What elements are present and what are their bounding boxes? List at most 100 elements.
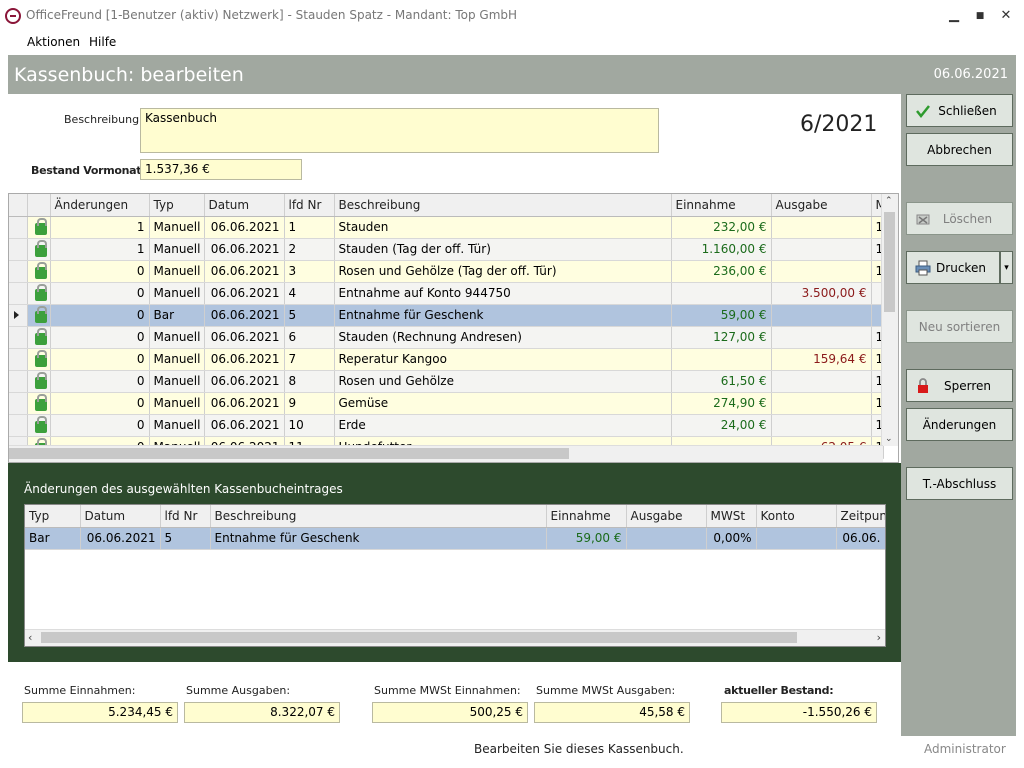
unlocked-icon: [34, 371, 47, 389]
cell-beschreibung: Entnahme für Geschenk: [334, 304, 672, 327]
cell-datum: 06.06.2021: [204, 370, 285, 393]
neu-sortieren-button[interactable]: Neu sortieren: [906, 310, 1013, 343]
unlocked-icon: [34, 239, 47, 257]
scroll-down-icon[interactable]: ⌄: [885, 434, 893, 444]
abbrechen-button[interactable]: Abbrechen: [906, 133, 1013, 166]
summe-ausgaben-field: 8.322,07 €: [184, 702, 340, 723]
cell-typ: Manuell: [149, 370, 205, 393]
row-selector[interactable]: [9, 370, 28, 393]
column-header-typ[interactable]: Typ: [149, 194, 205, 217]
unlocked-icon: [34, 283, 47, 301]
horizontal-scroll-thumb[interactable]: [9, 448, 569, 459]
row-selector[interactable]: [9, 238, 28, 261]
changes-scroll-thumb[interactable]: [41, 632, 797, 643]
changes-cell-beschreibung: Entnahme für Geschenk: [210, 527, 547, 550]
cell-einnahme: 1.160,00 €: [671, 238, 772, 261]
changes-row[interactable]: Bar 06.06.2021 5 Entnahme für Geschenk 5…: [25, 527, 885, 550]
changes-header-einnahme[interactable]: Einnahme: [546, 505, 627, 528]
close-button[interactable]: ✕: [996, 6, 1016, 26]
aenderungen-button[interactable]: Änderungen: [906, 408, 1013, 441]
cell-datum: 06.06.2021: [204, 326, 285, 349]
cell-einnahme: 274,90 €: [671, 392, 772, 415]
changes-cell-datum: 06.06.2021: [80, 527, 161, 550]
column-header-beschreibung[interactable]: Beschreibung: [334, 194, 672, 217]
cell-einnahme: 59,00 €: [671, 304, 772, 327]
sperren-button[interactable]: Sperren: [906, 369, 1013, 402]
bestand-vormonat-field[interactable]: 1.537,36 €: [140, 159, 302, 180]
drucken-dropdown-button[interactable]: ▾: [1000, 251, 1013, 284]
minimize-button[interactable]: ▁: [944, 6, 964, 26]
scroll-up-icon[interactable]: ⌃: [885, 196, 893, 206]
cell-lfd-nr: 9: [284, 392, 335, 415]
vertical-scroll-thumb[interactable]: [884, 212, 895, 312]
changes-header-typ[interactable]: Typ: [25, 505, 81, 528]
lock-cell: [27, 414, 51, 437]
changes-header-ausgabe[interactable]: Ausgabe: [626, 505, 707, 528]
checkmark-icon: [916, 105, 930, 119]
current-user: Administrator: [924, 742, 1006, 756]
table-row[interactable]: 0 Manuell 06.06.2021 3 Rosen und Gehölze (Ta…: [9, 260, 884, 283]
table-row[interactable]: 1 Manuell 06.06.2021 1 Stauden 232,00 €1: [9, 216, 884, 239]
table-row[interactable]: 0 Manuell 06.06.2021 7 Reperatur Kangoo 159,6…: [9, 348, 884, 371]
summe-mwst-einnahmen-label: Summe MWSt Einnahmen:: [374, 684, 521, 697]
table-row[interactable]: 0 Manuell 06.06.2021 10 Erde 24,00 €1: [9, 414, 884, 437]
unlocked-icon: [34, 217, 47, 235]
column-header-datum[interactable]: Datum: [204, 194, 285, 217]
maximize-button[interactable]: ■: [970, 6, 990, 26]
cell-aenderungen: 0: [50, 304, 150, 327]
scroll-left-icon[interactable]: ‹: [28, 631, 32, 644]
row-selector[interactable]: [9, 348, 28, 371]
summe-einnahmen-label: Summe Einnahmen:: [24, 684, 136, 697]
cell-einnahme: 24,00 €: [671, 414, 772, 437]
menu-hilfe[interactable]: Hilfe: [89, 35, 116, 49]
table-row[interactable]: 1 Manuell 06.06.2021 2 Stauden (Tag der off.…: [9, 238, 884, 261]
menu-aktionen[interactable]: Aktionen: [27, 35, 80, 49]
cell-einnahme: [671, 282, 772, 305]
lock-cell: [27, 238, 51, 261]
cell-lfd-nr: 1: [284, 216, 335, 239]
grid-horizontal-scrollbar[interactable]: [9, 445, 883, 462]
column-header-aenderungen[interactable]: Änderungen: [50, 194, 150, 217]
row-selector[interactable]: [9, 282, 28, 305]
schliessen-button[interactable]: Schließen: [906, 94, 1013, 127]
cell-lfd-nr: 6: [284, 326, 335, 349]
cell-ausgabe: [771, 326, 872, 349]
table-row[interactable]: 0 Manuell 06.06.2021 4 Entnahme auf Konto 94…: [9, 282, 884, 305]
table-row[interactable]: 0 Manuell 06.06.2021 6 Stauden (Rechnung And…: [9, 326, 884, 349]
row-selector[interactable]: [9, 216, 28, 239]
changes-header-beschreibung[interactable]: Beschreibung: [210, 505, 547, 528]
row-selector[interactable]: [9, 260, 28, 283]
row-selector[interactable]: [9, 326, 28, 349]
column-header-einnahme[interactable]: Einnahme: [671, 194, 772, 217]
loeschen-button[interactable]: Löschen: [906, 202, 1013, 235]
cell-aenderungen: 0: [50, 282, 150, 305]
grid-vertical-scrollbar[interactable]: ⌃ ⌄: [881, 194, 898, 446]
changes-header-mwst[interactable]: MWSt: [706, 505, 757, 528]
t-abschluss-button[interactable]: T.-Abschluss: [906, 467, 1013, 500]
scroll-right-icon[interactable]: ›: [877, 631, 881, 644]
summe-mwst-einnahmen-field: 500,25 €: [372, 702, 528, 723]
cell-aenderungen: 1: [50, 216, 150, 239]
cell-aenderungen: 0: [50, 414, 150, 437]
cell-datum: 06.06.2021: [204, 348, 285, 371]
table-row[interactable]: 0 Bar 06.06.2021 5 Entnahme für Geschenk 59,0…: [9, 304, 884, 327]
changes-header-zeitpunkt[interactable]: Zeitpunkt: [836, 505, 885, 528]
table-row[interactable]: 0 Manuell 06.06.2021 8 Rosen und Gehölze 61,5…: [9, 370, 884, 393]
column-header-lfd-nr[interactable]: lfd Nr: [284, 194, 335, 217]
column-header-ausgabe[interactable]: Ausgabe: [771, 194, 872, 217]
drucken-button[interactable]: Drucken: [906, 251, 1000, 284]
changes-header-datum[interactable]: Datum: [80, 505, 161, 528]
changes-header-konto[interactable]: Konto: [756, 505, 837, 528]
row-selector[interactable]: [9, 414, 28, 437]
cell-datum: 06.06.2021: [204, 260, 285, 283]
cell-einnahme: 61,50 €: [671, 370, 772, 393]
table-row[interactable]: 0 Manuell 06.06.2021 9 Gemüse 274,90 €1: [9, 392, 884, 415]
changes-header-lfd-nr[interactable]: lfd Nr: [160, 505, 211, 528]
row-selector[interactable]: [9, 304, 28, 327]
totals-bar: Summe Einnahmen: 5.234,45 € Summe Ausgab…: [8, 662, 901, 736]
cell-aenderungen: 0: [50, 392, 150, 415]
changes-horizontal-scrollbar[interactable]: ‹ ›: [25, 629, 885, 646]
row-selector[interactable]: [9, 392, 28, 415]
cell-typ: Manuell: [149, 260, 205, 283]
beschreibung-input[interactable]: Kassenbuch: [140, 108, 659, 153]
